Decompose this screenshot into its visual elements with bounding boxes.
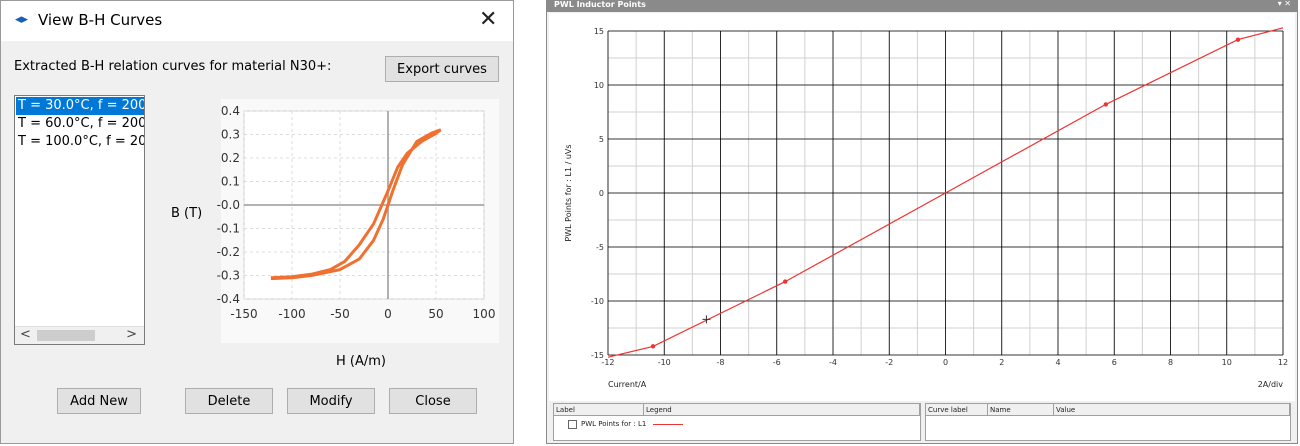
pwl-point-marker — [1235, 37, 1241, 42]
dialog-title: View B-H Curves — [38, 11, 163, 29]
add-new-button[interactable]: Add New — [57, 388, 141, 414]
x-tick-label: -10 — [658, 358, 671, 367]
y-tick-label: -0.3 — [217, 269, 240, 283]
material-description: Extracted B-H relation curves for materi… — [14, 59, 332, 74]
scrollbar-thumb[interactable] — [37, 330, 95, 341]
legend-line-swatch — [653, 424, 683, 425]
plot-area[interactable]: -12 -10 -8 -6 -4 -2 0 2 4 6 8 10 12 -15 -10 -5 0 5 10 15 PWL… — [549, 13, 1295, 401]
y-tick-label: -10 — [591, 297, 604, 306]
close-icon[interactable]: ✕ — [479, 7, 497, 32]
scale-label: 2A/div — [1258, 380, 1284, 389]
plot-window-title: PWL Inductor Points — [554, 0, 646, 9]
legend-panel: Label Legend PWL Points for : L1 — [553, 403, 921, 441]
x-tick-label: 10 — [1222, 358, 1232, 367]
value-header-name[interactable]: Name — [988, 404, 1054, 416]
modify-button[interactable]: Modify — [287, 388, 375, 414]
y-tick-label: 10 — [594, 81, 604, 90]
dialog-titlebar: ◂▸ View B-H Curves ✕ — [1, 1, 513, 41]
x-tick-label: -6 — [773, 358, 781, 367]
y-tick-label: 15 — [594, 27, 604, 36]
value-header-value[interactable]: Value — [1054, 404, 1290, 416]
y-tick-label: 0.3 — [221, 128, 240, 142]
y-tick-label: -15 — [591, 351, 604, 360]
x-tick-label: -2 — [885, 358, 893, 367]
y-axis-label: B (T) — [171, 206, 202, 221]
y-tick-label: -0.2 — [217, 245, 240, 259]
y-tick-label: 0.4 — [221, 104, 240, 118]
x-tick-label: 2 — [999, 358, 1004, 367]
pwl-point-marker — [1103, 102, 1109, 107]
x-tick-label: 4 — [1055, 358, 1060, 367]
close-button[interactable]: Close — [389, 388, 477, 414]
curve-list-item[interactable]: T = 60.0°C, f = 2000 — [16, 115, 144, 133]
export-curves-button[interactable]: Export curves — [385, 56, 499, 82]
pwl-point-marker — [650, 344, 656, 349]
y-tick-label: -0.1 — [217, 222, 240, 236]
plot-titlebar: PWL Inductor Points ▾ ✕ — [547, 0, 1297, 12]
x-tick-label: -4 — [829, 358, 837, 367]
x-tick-label: -50 — [330, 307, 350, 321]
bh-chart: -150 -100 -50 0 50 100 -0.4 -0.3 -0.2 -0.1 -0.0 0.1… — [171, 99, 499, 369]
y-axis-label: PWL Points for : L1 / uVs — [564, 144, 573, 241]
x-axis-label: Current/A — [608, 380, 647, 389]
curve-list-item[interactable]: T = 100.0°C, f = 200 — [16, 133, 144, 151]
scroll-left-icon[interactable]: < — [20, 327, 31, 342]
legend-entry-label: PWL Points for : L1 — [581, 420, 647, 428]
y-tick-label: -0.4 — [217, 292, 240, 306]
window-controls-icon[interactable]: ▾ ✕ — [1278, 0, 1291, 8]
legend-checkbox[interactable] — [568, 420, 577, 429]
scroll-right-icon[interactable]: > — [126, 327, 137, 342]
x-tick-label: 8 — [1168, 358, 1173, 367]
pwl-point-marker — [782, 279, 788, 284]
y-tick-label: -0.0 — [217, 198, 240, 212]
pwl-plot-window: PWL Inductor Points ▾ ✕ -12 -10 -8 -6 -4 -2 0 2… — [546, 0, 1298, 444]
y-tick-label: 5 — [599, 135, 604, 144]
legend-entry[interactable]: PWL Points for : L1 — [568, 419, 768, 429]
delete-button[interactable]: Delete — [185, 388, 273, 414]
x-tick-label: -150 — [230, 307, 257, 321]
y-tick-label: 0 — [599, 189, 604, 198]
curve-listbox[interactable]: T = 30.0°C, f = 2000 T = 60.0°C, f = 200… — [14, 95, 145, 345]
bh-curves-dialog: ◂▸ View B-H Curves ✕ Extracted B-H relat… — [0, 0, 514, 444]
horizontal-scrollbar[interactable]: < > — [15, 326, 144, 344]
legend-header-legend[interactable]: Legend — [644, 404, 920, 416]
x-axis-label: H (A/m) — [336, 354, 386, 369]
x-tick-label: 50 — [428, 307, 443, 321]
pwl-chart: -12 -10 -8 -6 -4 -2 0 2 4 6 8 10 12-15-10-5051015PWL… — [564, 27, 1288, 389]
x-tick-label: 0 — [384, 307, 392, 321]
x-tick-label: -8 — [717, 358, 725, 367]
value-header-curve-label[interactable]: Curve label — [926, 404, 988, 416]
x-tick-label: -100 — [278, 307, 305, 321]
y-tick-label: -5 — [596, 243, 604, 252]
app-logo-icon: ◂▸ — [15, 12, 29, 27]
x-tick-label: 0 — [943, 358, 948, 367]
curve-list-item[interactable]: T = 30.0°C, f = 2000 — [16, 97, 144, 115]
legend-header-label[interactable]: Label — [554, 404, 644, 416]
x-tick-label: 6 — [1112, 358, 1117, 367]
y-tick-label: 0.1 — [221, 175, 240, 189]
x-tick-label: 100 — [473, 307, 496, 321]
curve-values-panel: Curve label Name Value — [925, 403, 1291, 441]
y-tick-label: 0.2 — [221, 151, 240, 165]
x-tick-label: 12 — [1278, 358, 1288, 367]
